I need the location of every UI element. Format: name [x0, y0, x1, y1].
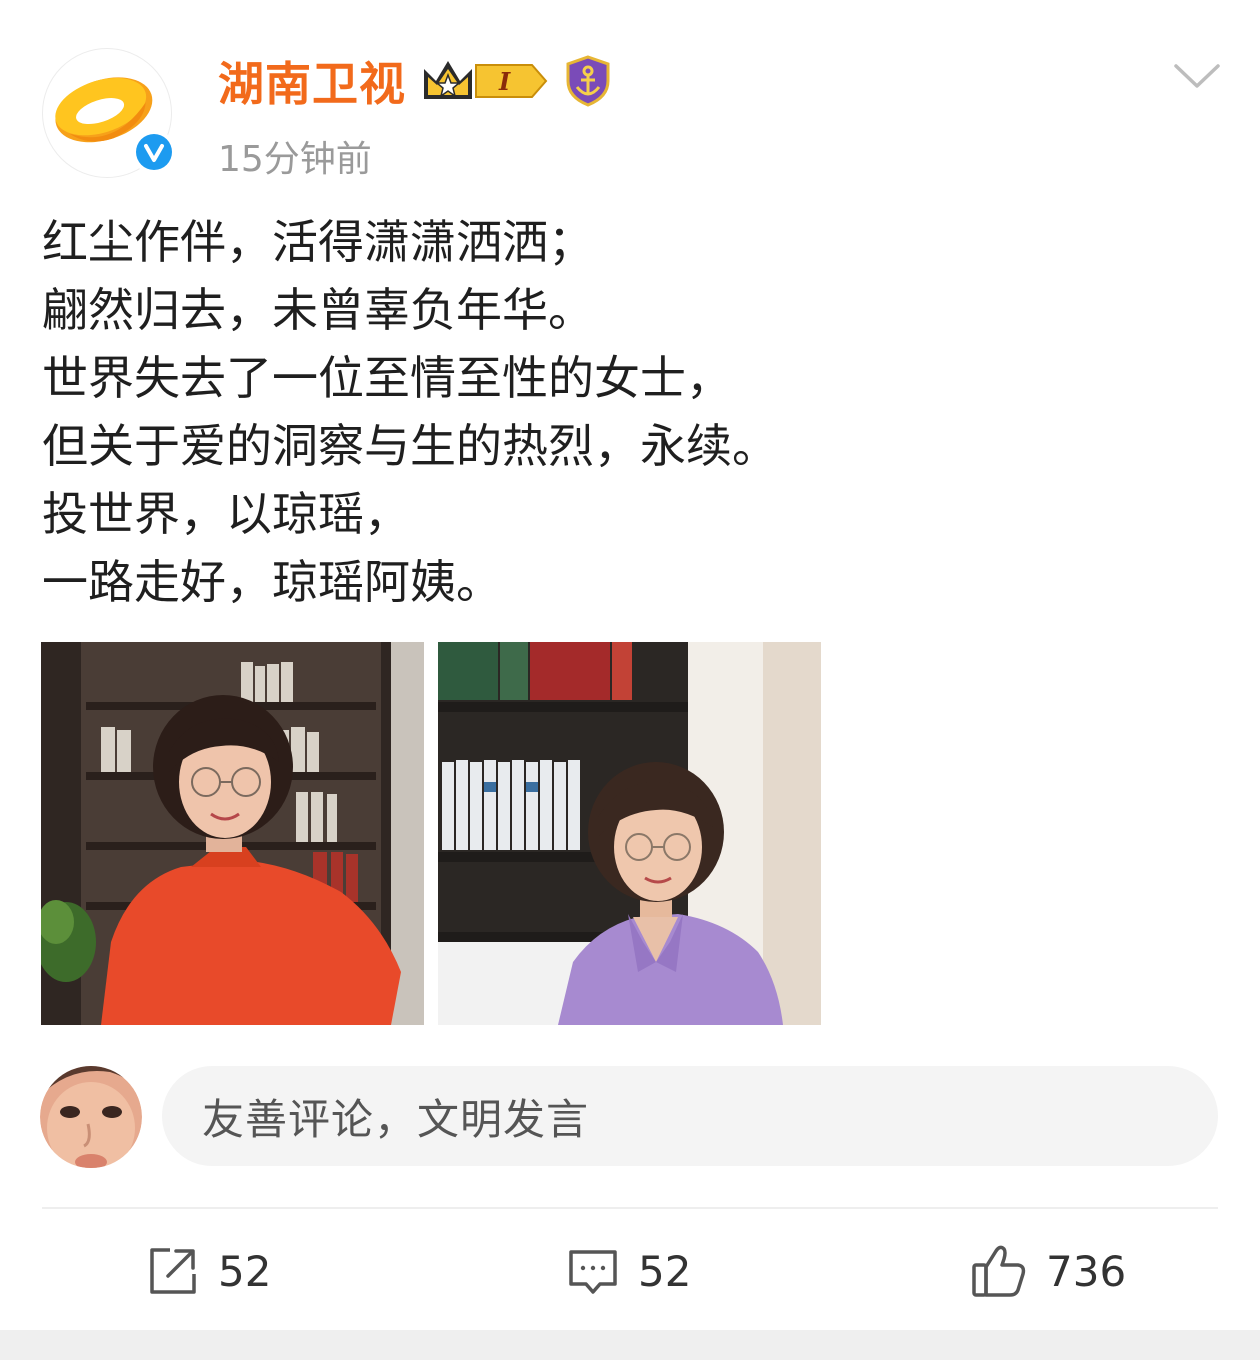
weibo-post-page: 湖南卫视 I 15分钟前 红尘作伴，活得潇潇洒洒； 翩然归去，未曾辜负年华。 世… [0, 0, 1260, 1360]
anchor-shield-icon[interactable] [564, 55, 612, 107]
post-timestamp: 15分钟前 [218, 139, 372, 180]
share-count: 52 [218, 1246, 272, 1296]
thumbs-up-icon [970, 1243, 1028, 1299]
share-icon [146, 1244, 200, 1298]
current-user-avatar[interactable] [40, 1066, 142, 1168]
post-line: 红尘作伴，活得潇潇洒洒； [42, 215, 594, 269]
divider [42, 1207, 1218, 1209]
chevron-down-icon[interactable] [1172, 60, 1222, 94]
level-badge-text: I [498, 67, 511, 96]
comment-button[interactable]: 52 [566, 1238, 691, 1304]
comment-input[interactable]: 友善评论，文明发言 [162, 1066, 1218, 1166]
post-line: 投世界，以琼瑶， [42, 487, 410, 541]
author-avatar[interactable] [42, 48, 176, 178]
verified-v-icon [132, 130, 176, 174]
post-text: 红尘作伴，活得潇潇洒洒； 翩然归去，未曾辜负年华。 世界失去了一位至情至性的女士… [42, 208, 1222, 616]
post-line: 但关于爱的洞察与生的热烈，永续。 [42, 419, 778, 473]
author-row: 湖南卫视 I [218, 50, 612, 112]
post-line: 一路走好，琼瑶阿姨。 [42, 555, 502, 609]
author-name[interactable]: 湖南卫视 [218, 48, 406, 114]
photo-woman-red-blouse-bookshelf[interactable] [41, 642, 424, 1025]
comment-icon [566, 1244, 620, 1298]
bottom-strip [0, 1330, 1260, 1360]
comment-placeholder: 友善评论，文明发言 [202, 1094, 590, 1144]
post-line: 翩然归去，未曾辜负年华。 [42, 283, 594, 337]
photo-woman-purple-blouse-bookshelf[interactable] [438, 642, 821, 1025]
post-line: 世界失去了一位至情至性的女士， [42, 351, 732, 405]
crown-icon[interactable]: I [420, 55, 550, 107]
comment-count: 52 [638, 1246, 692, 1296]
like-button[interactable]: 736 [970, 1238, 1126, 1304]
like-count: 736 [1046, 1246, 1127, 1296]
share-button[interactable]: 52 [146, 1238, 271, 1304]
